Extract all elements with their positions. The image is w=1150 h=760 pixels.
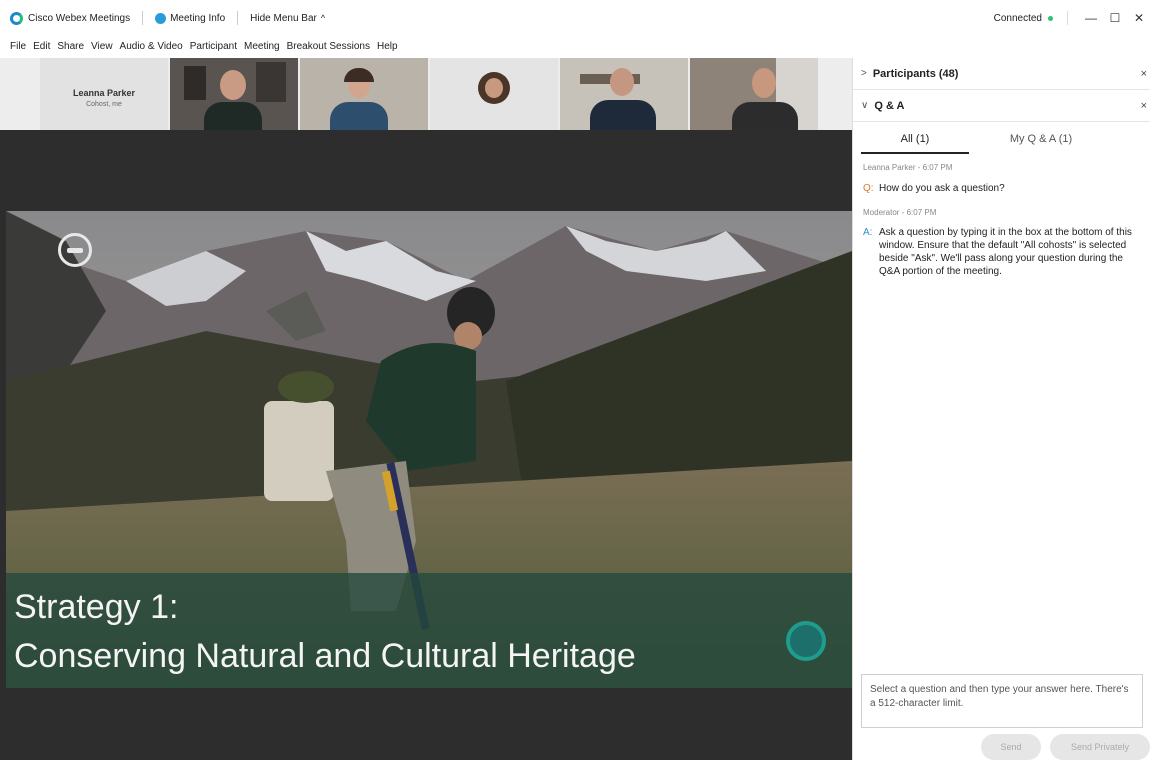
divider xyxy=(1067,11,1068,25)
answer-item: A: Ask a question by typing it in the bo… xyxy=(863,226,1143,278)
qa-panel-header[interactable]: ∨ Q & A × xyxy=(853,90,1150,122)
menu-breakout-sessions[interactable]: Breakout Sessions xyxy=(287,41,370,52)
participant-video-tile[interactable] xyxy=(430,58,558,130)
connection-status-label: Connected xyxy=(993,12,1042,24)
self-name: Leanna Parker xyxy=(72,88,136,98)
divider xyxy=(237,11,239,25)
webex-logo-icon xyxy=(10,11,23,25)
menu-participant[interactable]: Participant xyxy=(190,41,237,52)
shared-slide: Strategy 1: Conserving Natural and Cultu… xyxy=(6,211,852,688)
chevron-up-icon: ^ xyxy=(320,13,326,23)
chevron-down-icon: ∨ xyxy=(861,100,869,111)
participant-video-tile[interactable] xyxy=(560,58,688,130)
parks-canada-logo-icon xyxy=(58,233,92,267)
participant-video-tile[interactable] xyxy=(170,58,298,130)
send-privately-button[interactable]: Send Privately xyxy=(1050,734,1150,760)
question-meta: Leanna Parker - 6:07 PM xyxy=(863,163,953,172)
answer-input[interactable]: Select a question and then type your ans… xyxy=(861,674,1143,728)
qa-title: Q & A xyxy=(874,99,905,112)
self-role: Cohost, me xyxy=(86,101,122,108)
side-panel: > Participants (48) × ∨ Q & A × All (1) … xyxy=(852,58,1150,760)
shared-content-area: Strategy 1: Conserving Natural and Cultu… xyxy=(0,130,852,760)
sharing-badge-icon xyxy=(786,621,826,661)
tab-all[interactable]: All (1) xyxy=(861,124,969,154)
participants-title: Participants (48) xyxy=(872,67,959,80)
connection-status: Connected xyxy=(994,13,1053,24)
menu-share[interactable]: Share xyxy=(57,41,84,52)
participant-video-tile[interactable] xyxy=(690,58,818,130)
maximize-button[interactable]: ☐ xyxy=(1104,11,1126,25)
self-video-tile[interactable]: Leanna Parker Cohost, me xyxy=(40,58,168,130)
minimize-button[interactable]: — xyxy=(1080,11,1102,25)
question-prefix: Q: xyxy=(863,183,874,194)
menu-file[interactable]: File xyxy=(10,41,26,52)
menu-meeting[interactable]: Meeting xyxy=(244,41,280,52)
answer-meta: Moderator - 6:07 PM xyxy=(863,208,937,217)
meeting-info-button[interactable]: Meeting Info xyxy=(155,12,226,24)
connected-dot-icon xyxy=(1048,15,1053,21)
participants-panel-header[interactable]: > Participants (48) × xyxy=(853,58,1150,90)
menu-edit[interactable]: Edit xyxy=(33,41,50,52)
participant-video-strip: Leanna Parker Cohost, me xyxy=(0,58,852,130)
chevron-right-icon: > xyxy=(861,68,867,79)
answer-prefix: A: xyxy=(863,227,873,238)
title-bar: Cisco Webex Meetings Meeting Info Hide M… xyxy=(0,0,1150,36)
qa-tabs: All (1) My Q & A (1) xyxy=(861,124,1143,154)
hide-menu-bar-button[interactable]: Hide Menu Bar ^ xyxy=(250,13,325,24)
slide-title-line-2: Conserving Natural and Cultural Heritage xyxy=(14,637,636,675)
send-button[interactable]: Send xyxy=(981,734,1041,760)
tab-my-qa[interactable]: My Q & A (1) xyxy=(991,124,1091,154)
divider xyxy=(142,11,144,25)
close-participants-button[interactable]: × xyxy=(1141,68,1147,80)
participant-video-tile[interactable] xyxy=(300,58,428,130)
menu-audio-video[interactable]: Audio & Video xyxy=(120,41,183,52)
close-window-button[interactable]: ✕ xyxy=(1128,11,1150,25)
menu-help[interactable]: Help xyxy=(377,41,398,52)
app-title: Cisco Webex Meetings xyxy=(28,12,131,24)
menu-view[interactable]: View xyxy=(91,41,113,52)
meeting-info-label: Meeting Info xyxy=(170,12,226,24)
close-qa-button[interactable]: × xyxy=(1141,100,1147,112)
answer-text: Ask a question by typing it in the box a… xyxy=(879,227,1132,277)
question-text: How do you ask a question? xyxy=(879,183,1005,194)
info-icon xyxy=(155,12,167,24)
hide-menu-bar-label: Hide Menu Bar xyxy=(250,12,317,24)
menu-bar: File Edit Share View Audio & Video Parti… xyxy=(0,36,405,56)
slide-title-line-1: Strategy 1: xyxy=(14,588,179,626)
question-item[interactable]: Q: How do you ask a question? xyxy=(863,182,1143,195)
